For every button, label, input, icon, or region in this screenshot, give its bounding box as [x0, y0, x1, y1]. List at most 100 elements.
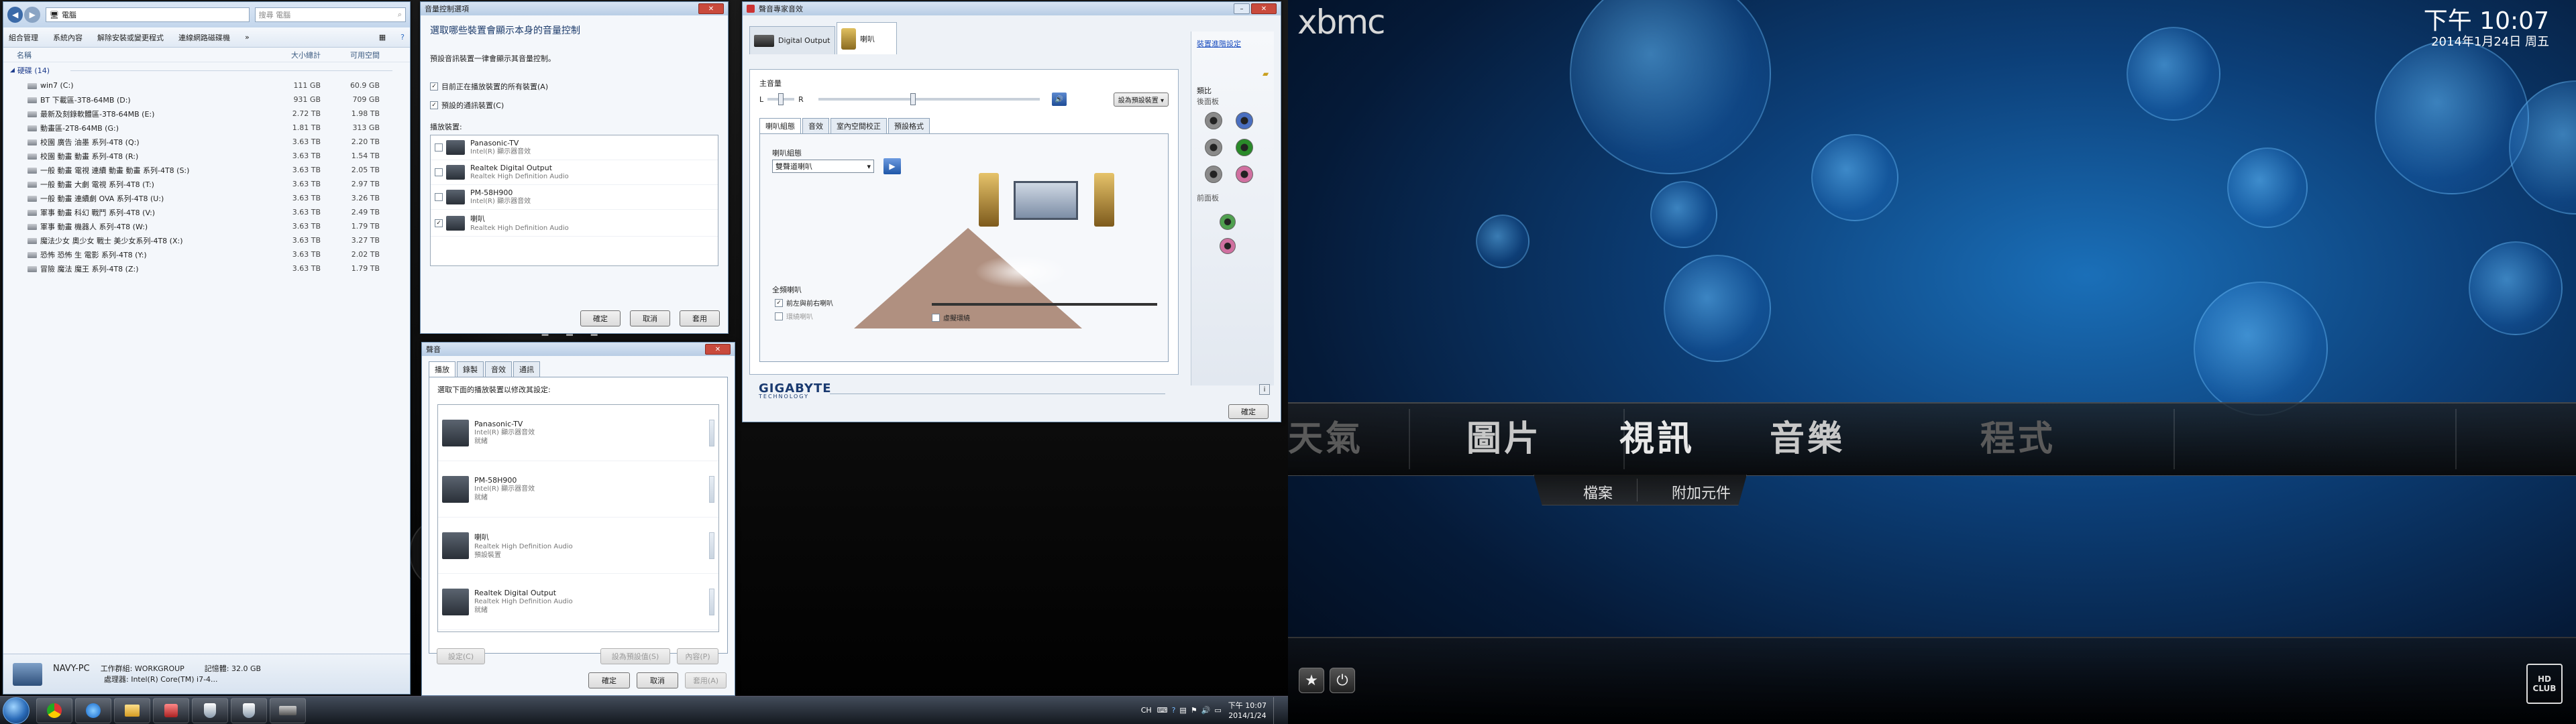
forward-icon[interactable]: ▶ [24, 7, 40, 23]
device-check-row[interactable]: Realtek Digital Output Realtek High Defin… [431, 160, 718, 185]
drive-row[interactable]: BT 下載區-3T8-64MB (D:) 931 GB 709 GB [3, 93, 410, 107]
view-icon[interactable]: ▦ [379, 33, 386, 42]
column-total[interactable]: 大小總計 [270, 50, 321, 60]
set-default-button[interactable]: 設為預設值(S) [600, 648, 670, 664]
toolbar-organize[interactable]: 組合管理 [9, 32, 38, 43]
playback-device-row[interactable]: 喇叭 Realtek High Definition Audio 預設裝置 [438, 518, 718, 574]
drive-row[interactable]: 魔法少女 奧少女 戰士 美少女系列-4T8 (X:) 3.63 TB 3.27 TB [3, 233, 410, 247]
display-icon[interactable]: ▭ [1214, 706, 1221, 715]
drive-row[interactable]: 冒險 魔法 魔王 系列-4T8 (Z:) 3.63 TB 1.79 TB [3, 261, 410, 276]
fullrange-front[interactable]: ✓ 前左與前右喇叭 [775, 298, 833, 308]
drive-row[interactable]: 一般 動畫 連續劇 OVA 系列-4T8 (U:) 3.63 TB 3.26 TB [3, 191, 410, 205]
subtab-default-format[interactable]: 預設格式 [888, 118, 930, 133]
language-indicator[interactable]: CH [1141, 706, 1152, 715]
menu-music[interactable]: 音樂 [1770, 410, 1845, 461]
configure-button[interactable]: 設定(C) [437, 648, 485, 664]
device-check-row[interactable]: ✓ 喇叭 Realtek High Definition Audio [431, 210, 718, 237]
balance-slider[interactable] [767, 93, 795, 105]
menu-programs[interactable]: 程式 [1980, 410, 2055, 461]
favourites-icon[interactable]: ★ [1299, 668, 1324, 693]
set-default-device-button[interactable]: 設為預設裝置 ▾ [1113, 92, 1169, 107]
taskbar-explorer-icon[interactable] [114, 697, 150, 723]
audio-jack-icon[interactable] [1236, 139, 1253, 156]
column-name[interactable]: 名稱 [3, 50, 270, 60]
apply-button[interactable]: 套用 [680, 310, 720, 326]
audio-jack-icon[interactable] [1205, 166, 1222, 183]
drive-group-header[interactable]: ◢ 硬碟 (14) [3, 62, 410, 78]
playback-device-row[interactable]: Realtek Digital Output Realtek High Defin… [438, 574, 718, 630]
drive-row[interactable]: win7 (C:) 111 GB 60.9 GB [3, 78, 410, 93]
checkbox[interactable]: ✓ [430, 82, 438, 90]
drive-row[interactable]: 軍事 動畫 機器人 系列-4T8 (W:) 3.63 TB 1.79 TB [3, 219, 410, 233]
submenu-addons[interactable]: 附加元件 [1672, 481, 1731, 503]
ok-button[interactable]: 確定 [588, 672, 630, 688]
close-icon[interactable]: ✕ [1251, 3, 1277, 14]
subtab-speaker-config[interactable]: 喇叭組態 [759, 118, 801, 133]
subtab-room-correction[interactable]: 室內空間校正 [830, 118, 887, 133]
taskbar-shield2-icon[interactable] [231, 697, 267, 723]
volume-thumb[interactable] [910, 93, 916, 105]
tab-communications[interactable]: 通訊 [513, 361, 540, 377]
taskbar-chrome-icon[interactable] [36, 697, 72, 723]
keyboard-icon[interactable]: ⌨ [1157, 706, 1168, 715]
minimize-icon[interactable]: – [1234, 3, 1250, 14]
start-button[interactable] [3, 697, 30, 724]
advanced-settings-link[interactable]: 裝置進階設定 [1191, 32, 1274, 49]
cancel-button[interactable]: 取消 [637, 672, 678, 688]
close-icon[interactable]: ✕ [698, 3, 724, 14]
checkbox[interactable] [775, 312, 783, 320]
back-icon[interactable]: ◀ [7, 7, 23, 23]
taskbar-device-icon[interactable] [270, 697, 306, 723]
properties-button[interactable]: 內容(P) [677, 648, 718, 664]
playback-device-row[interactable]: Panasonic-TV Intel(R) 顯示器音效 就緒 [438, 405, 718, 461]
right-speaker-icon[interactable] [1094, 173, 1114, 227]
device-check-row[interactable]: Panasonic-TV Intel(R) 顯示器音效 [431, 135, 718, 160]
left-speaker-icon[interactable] [979, 173, 999, 227]
toolbar-uninstall[interactable]: 解除安裝或變更程式 [97, 32, 164, 43]
tab-digital-output[interactable]: Digital Output [749, 26, 835, 54]
cancel-button[interactable]: 取消 [630, 310, 670, 326]
taskbar-audio-icon[interactable] [153, 697, 189, 723]
speaker-tray-icon[interactable]: 🔊 [1201, 706, 1211, 715]
help-icon[interactable]: ? [400, 33, 405, 42]
drive-row[interactable]: 一般 動畫 電視 連續 動畫 動畫 系列-4T8 (S:) 3.63 TB 2.05… [3, 163, 410, 177]
clock[interactable]: 下午 10:07 2014/1/24 [1228, 701, 1267, 721]
drive-row[interactable]: 校園 動畫 動畫 系列-4T8 (R:) 3.63 TB 1.54 TB [3, 149, 410, 163]
option-playing[interactable]: ✓ 目前正在播放裝置的所有裝置(A) [430, 81, 718, 92]
menu-videos[interactable]: 視訊 [1619, 410, 1695, 461]
speaker-config-select[interactable]: 雙聲道喇叭 ▾ [772, 160, 874, 173]
help-icon[interactable]: ? [1172, 706, 1176, 715]
option-comm[interactable]: ✓ 預設的通訊裝置(C) [430, 100, 718, 111]
search-input[interactable]: 搜尋 電腦 ⌕ [254, 7, 406, 22]
column-free[interactable]: 可用空間 [321, 50, 380, 60]
network-icon[interactable]: ▤ [1179, 706, 1186, 715]
toolbar-system-properties[interactable]: 系統內容 [53, 32, 83, 43]
mute-icon[interactable]: 🔊 [1051, 93, 1067, 106]
toolbar-more[interactable]: » [245, 33, 250, 42]
subtab-effects[interactable]: 音效 [802, 118, 829, 133]
submenu-files[interactable]: 檔案 [1583, 481, 1613, 503]
taskbar-shield-icon[interactable] [192, 697, 228, 723]
close-icon[interactable]: ✕ [705, 344, 731, 355]
audio-jack-icon[interactable] [1205, 139, 1222, 156]
ok-button[interactable]: 確定 [1228, 404, 1269, 419]
audio-jack-icon[interactable] [1236, 166, 1253, 183]
play-test-icon[interactable]: ▶ [883, 158, 901, 174]
drive-row[interactable]: 動畫區-2T8-64MB (G:) 1.81 TB 313 GB [3, 121, 410, 135]
apply-button[interactable]: 套用(A) [685, 672, 727, 688]
tab-playback[interactable]: 播放 [429, 361, 455, 377]
playback-device-row[interactable]: PM-58H900 Intel(R) 顯示器音效 就緒 [438, 461, 718, 518]
fullrange-surround[interactable]: 環繞喇叭 [775, 311, 813, 321]
show-desktop-button[interactable] [1273, 697, 1281, 724]
checkbox[interactable] [932, 313, 940, 322]
checkbox[interactable] [435, 143, 443, 152]
menu-pictures[interactable]: 圖片 [1466, 410, 1542, 461]
address-bar[interactable]: 🖥 電腦 [45, 7, 250, 22]
toolbar-map-drive[interactable]: 連線網路磁碟機 [178, 32, 230, 43]
tab-recording[interactable]: 錄製 [457, 361, 484, 377]
checkbox[interactable] [435, 193, 443, 201]
checkbox[interactable]: ✓ [435, 219, 443, 227]
device-check-row[interactable]: PM-58H900 Intel(R) 顯示器音效 [431, 185, 718, 210]
taskbar-ie-icon[interactable] [75, 697, 111, 723]
drive-row[interactable]: 恐怖 恐怖 生 電影 系列-4T8 (Y:) 3.63 TB 2.02 TB [3, 247, 410, 261]
